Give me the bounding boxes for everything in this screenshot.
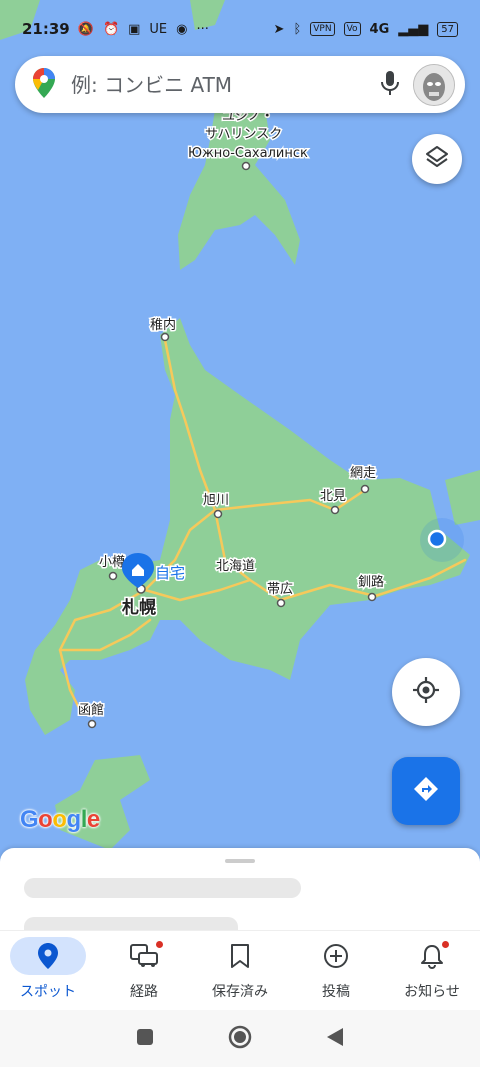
signal-icon: ▂▄▆ xyxy=(398,21,429,37)
map-label-sapporo: 札幌 xyxy=(121,597,156,618)
nav-item-commute[interactable]: 経路 xyxy=(96,931,192,1011)
search-input[interactable] xyxy=(69,71,379,98)
map-label-otaru: 小樽 xyxy=(99,554,125,570)
status-bar: 21:39 🔕 ⏰ ▣ UE ◉ ··· ➤ ᛒ VPN Vo 4G ▂▄▆ 5… xyxy=(0,0,480,58)
bottom-sheet[interactable] xyxy=(0,848,480,938)
directions-button[interactable] xyxy=(392,757,460,825)
google-logo: Google xyxy=(20,806,100,833)
home-button[interactable] xyxy=(227,1024,253,1054)
mute-icon: 🔕 xyxy=(77,21,94,37)
map-label-hakodate: 函館 xyxy=(78,703,104,718)
map-label-abashiri: 網走 xyxy=(350,466,376,481)
commute-icon xyxy=(106,937,182,975)
map-label-wakkanai: 稚内 xyxy=(150,317,176,333)
back-button[interactable] xyxy=(325,1026,345,1052)
status-time: 21:39 xyxy=(22,20,70,38)
bell-icon xyxy=(394,937,470,975)
nav-item-explore[interactable]: スポット xyxy=(0,931,96,1011)
location-pin-icon xyxy=(10,937,86,975)
layers-icon xyxy=(424,144,450,174)
directions-icon xyxy=(412,775,440,807)
notification-badge xyxy=(156,941,163,948)
map-label-home: 自宅 xyxy=(155,564,185,582)
status-text-ue: UE xyxy=(149,21,168,37)
more-dots: ··· xyxy=(196,21,209,37)
nav-label-commute: 経路 xyxy=(130,984,158,1000)
map-label-yuzhno-ru: Южно-Сахалинск xyxy=(188,146,308,161)
crosshair-icon xyxy=(411,675,441,709)
system-navigation-bar xyxy=(0,1010,480,1067)
volte-icon: Vo xyxy=(343,22,361,36)
nav-label-explore: スポット xyxy=(20,984,76,1000)
loading-placeholder xyxy=(24,878,301,898)
location-arrow-icon: ➤ xyxy=(273,21,285,37)
nav-item-saved[interactable]: 保存済み xyxy=(192,931,288,1011)
line-icon: ◉ xyxy=(176,21,188,37)
avatar[interactable] xyxy=(413,63,455,106)
battery-level: 57 xyxy=(437,21,458,37)
layers-button[interactable] xyxy=(412,134,462,184)
nav-item-updates[interactable]: お知らせ xyxy=(384,931,480,1011)
map-label-asahikawa: 旭川 xyxy=(203,493,229,508)
alarm-icon: ⏰ xyxy=(102,21,120,37)
map-label-obihiro: 帯広 xyxy=(267,582,293,597)
notification-badge xyxy=(442,941,449,948)
map-label-kushiro: 釧路 xyxy=(358,574,384,590)
map-label-hokkaido: 北海道 xyxy=(216,559,255,574)
map-label-kitami: 北見 xyxy=(320,489,346,504)
network-type: 4G xyxy=(369,21,390,37)
vpn-badge: VPN xyxy=(310,22,335,36)
nav-item-contribute[interactable]: 投稿 xyxy=(288,931,384,1011)
nav-label-saved: 保存済み xyxy=(212,984,268,1000)
microphone-icon[interactable] xyxy=(379,69,401,101)
sheet-drag-handle[interactable] xyxy=(225,859,255,863)
map-view[interactable]: ユジノ・ サハリンスク Южно-Сахалинск 稚内 網走 北見 旭川 小… xyxy=(0,0,480,870)
add-circle-icon xyxy=(298,937,374,975)
map-canvas: ユジノ・ サハリンスク Южно-Сахалинск 稚内 網走 北見 旭川 小… xyxy=(0,0,480,870)
search-bar[interactable] xyxy=(15,56,465,113)
maps-pin-logo-icon xyxy=(33,67,55,102)
recents-button[interactable] xyxy=(135,1027,155,1051)
bottom-navigation: スポット 経路 保存済み 投稿 お知らせ xyxy=(0,930,480,1011)
bluetooth-icon: ᛒ xyxy=(293,21,302,37)
my-location-button[interactable] xyxy=(392,658,460,726)
nav-label-contribute: 投稿 xyxy=(322,984,350,1000)
notification-icon: ▣ xyxy=(128,21,141,37)
nav-label-updates: お知らせ xyxy=(404,984,460,1000)
bookmark-icon xyxy=(202,937,278,975)
map-label-yuzhno-jp2: サハリンスク xyxy=(205,127,282,142)
current-location-dot xyxy=(427,529,447,549)
